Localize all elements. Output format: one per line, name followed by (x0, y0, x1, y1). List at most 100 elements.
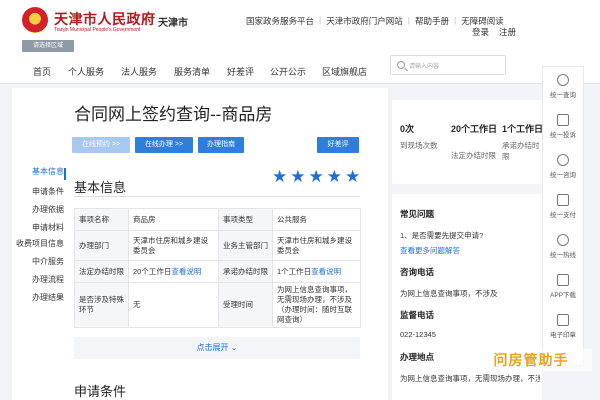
table-value-cell: 商品房 (128, 208, 219, 231)
nav-rating[interactable]: 好差评 (227, 65, 254, 78)
side-menu-item[interactable]: 办理结果 (32, 292, 64, 303)
section-apply-title: 申请条件 (74, 384, 127, 399)
float-app-download[interactable]: APP下载 (542, 274, 584, 299)
wallet-icon (557, 194, 569, 206)
nav-disclosure[interactable]: 公开公示 (270, 65, 306, 78)
side-menu-item[interactable]: 基本信息 (32, 166, 64, 177)
star-icon: ★ (345, 167, 361, 186)
star-icon: ★ (290, 167, 306, 186)
nav-home[interactable]: 首页 (33, 65, 51, 78)
float-payment[interactable]: 统一支付 (542, 194, 584, 219)
side-menu-item[interactable]: 申请条件 (32, 186, 64, 197)
edit-icon (557, 114, 569, 126)
city-label: 天津市 (158, 18, 188, 29)
table-row: 办理部门 天津市住房和城乡建设委员会 业务主管部门 天津市住房和城乡建设委员会 (74, 230, 361, 261)
login-link[interactable]: 登录 (472, 26, 489, 38)
section-basic-info-title: 基本信息 (74, 180, 127, 195)
rating-stars: ★ ★ ★ ★ ★ (272, 168, 360, 185)
top-link-gov-portal[interactable]: 天津市政府门户网站 (326, 15, 403, 27)
search-icon (557, 74, 569, 86)
guide-button[interactable]: 办理指南 (198, 137, 244, 153)
mobile-icon (557, 274, 569, 286)
table-key-cell: 事项类型 (218, 208, 273, 231)
star-icon: ★ (308, 167, 324, 186)
table-value-cell: 天津市住房和城乡建设委员会 (128, 230, 219, 261)
table-key-cell: 受理时间 (218, 282, 273, 328)
cell-value: 天津市住房和城乡建设委员会 (133, 235, 208, 255)
table-key-cell: 法定办结时限 (74, 260, 129, 283)
cell-value: 无 (133, 300, 141, 309)
table-key-cell: 办理部门 (74, 230, 129, 261)
side-menu-item[interactable]: 办理流程 (32, 274, 64, 285)
faq-more-link[interactable]: 查看更多问题解答 (400, 245, 460, 256)
cell-value: 公共服务 (277, 214, 307, 224)
top-links: 国家政务服务平台 | 天津市政府门户网站 | 帮助手册 | 无障碍阅读 (246, 15, 504, 27)
cell-value: 商品房 (133, 214, 156, 224)
stat-promise-limit-label: 承诺办结时限 (502, 141, 540, 161)
basic-info-table: 事项名称 商品房 事项类型 公共服务办理部门 天津市住房和城乡建设委员会 业务主管部门 天津… (74, 208, 361, 328)
section-divider (74, 196, 360, 197)
side-menu-item[interactable]: 收费项目信息 (16, 238, 64, 249)
star-icon: ★ (272, 167, 288, 186)
stat-promise-limit-value: 1个工作日 (502, 124, 544, 134)
rate-button[interactable]: 好差评 (317, 137, 359, 153)
view-explanation-link[interactable]: 查看说明 (311, 267, 341, 276)
phone-icon (557, 234, 569, 246)
float-complaint[interactable]: 统一投诉 (542, 114, 584, 139)
cell-value: 20个工作日 (133, 266, 172, 276)
page-title: 合同网上签约查询--商品房 (74, 105, 273, 124)
view-explanation-link[interactable]: 查看说明 (171, 267, 201, 276)
side-menu-item[interactable]: 办理依据 (32, 204, 64, 215)
float-e-seal[interactable]: 电子印章 (542, 314, 584, 339)
faq-title: 常见问题 (400, 209, 435, 219)
cell-value: 为网上信息查询事项，无需现场办理，不涉及（办理时间：随时互联网查询） (277, 285, 352, 324)
stat-visits-label: 到现场次数 (400, 141, 438, 150)
national-emblem-icon (22, 7, 48, 33)
cell-value: 天津市住房和城乡建设委员会 (277, 235, 352, 255)
top-link-help[interactable]: 帮助手册 (415, 15, 449, 27)
search-icon (397, 61, 405, 69)
table-key-cell: 承诺办结时限 (218, 260, 273, 283)
seal-icon (557, 314, 569, 326)
table-value-cell: 为网上信息查询事项，无需现场办理，不涉及（办理时间：随时互联网查询） (272, 282, 361, 328)
online-reserve-button[interactable]: 在线预约 >> (72, 137, 130, 153)
search-placeholder: 请输入内容 (409, 64, 440, 70)
search-box[interactable]: 请输入内容 (390, 55, 506, 75)
supervise-phone: 022-12345 (400, 330, 436, 339)
float-consult[interactable]: 统一咨询 (542, 154, 584, 179)
table-row: 是否涉及特殊环节无 受理时间 为网上信息查询事项，无需现场办理，不涉及（办理时间：随… (74, 282, 361, 328)
online-handle-button[interactable]: 在线办理 >> (135, 137, 193, 153)
place-text: 为网上信息查询事项，无需现场办理，不涉及 (400, 374, 540, 383)
watermark: 问房管助手 (470, 349, 592, 371)
nav-regional[interactable]: 区域旗舰店 (322, 65, 367, 78)
table-value-cell: 天津市住房和城乡建设委员会 (272, 230, 361, 261)
side-menu-item[interactable]: 中介服务 (32, 256, 64, 267)
register-link[interactable]: 注册 (499, 26, 516, 38)
side-menu-item[interactable]: 申请材料 (32, 222, 64, 233)
stat-legal-limit-value: 20个工作日 (451, 124, 498, 134)
table-value-cell: 无 (128, 282, 219, 328)
expand-button[interactable]: 点击展开 ⌄ (74, 337, 360, 359)
float-hotline[interactable]: 统一热线 (542, 234, 584, 259)
nav-personal[interactable]: 个人服务 (68, 65, 104, 78)
table-row: 法定办结时限 20个工作日查看说明 承诺办结时限 1个工作日查看说明 (74, 260, 361, 283)
site-header: 天津市人民政府 Tianjin Municipal People's Gover… (0, 0, 600, 58)
table-value-cell: 公共服务 (272, 208, 361, 231)
site-name-en: Tianjin Municipal People's Government (54, 27, 141, 33)
auth-links: 登录 注册 (472, 26, 516, 38)
cell-value: 1个工作日 (277, 266, 312, 276)
table-value-cell: 1个工作日查看说明 (272, 260, 361, 283)
region-select-button[interactable]: 请选择区域 (22, 40, 74, 52)
main-nav: 首页 个人服务 法人服务 服务清单 好差评 公开公示 区域旗舰店 (0, 58, 600, 84)
table-key-cell: 事项名称 (74, 208, 129, 231)
top-link-national-platform[interactable]: 国家政务服务平台 (246, 15, 314, 27)
nav-legal-person[interactable]: 法人服务 (121, 65, 157, 78)
nav-service-list[interactable]: 服务清单 (174, 65, 210, 78)
consult-title: 咨询电话 (400, 267, 435, 277)
consult-text: 为网上信息查询事项，不涉及 (400, 289, 498, 298)
float-query[interactable]: 统一查询 (542, 74, 584, 99)
supervise-title: 监督电话 (400, 310, 435, 320)
faq-question[interactable]: 1、是否需要先提交申请? (400, 230, 483, 241)
site-name[interactable]: 天津市人民政府 (54, 9, 156, 29)
table-row: 事项名称 商品房 事项类型 公共服务 (74, 208, 361, 231)
